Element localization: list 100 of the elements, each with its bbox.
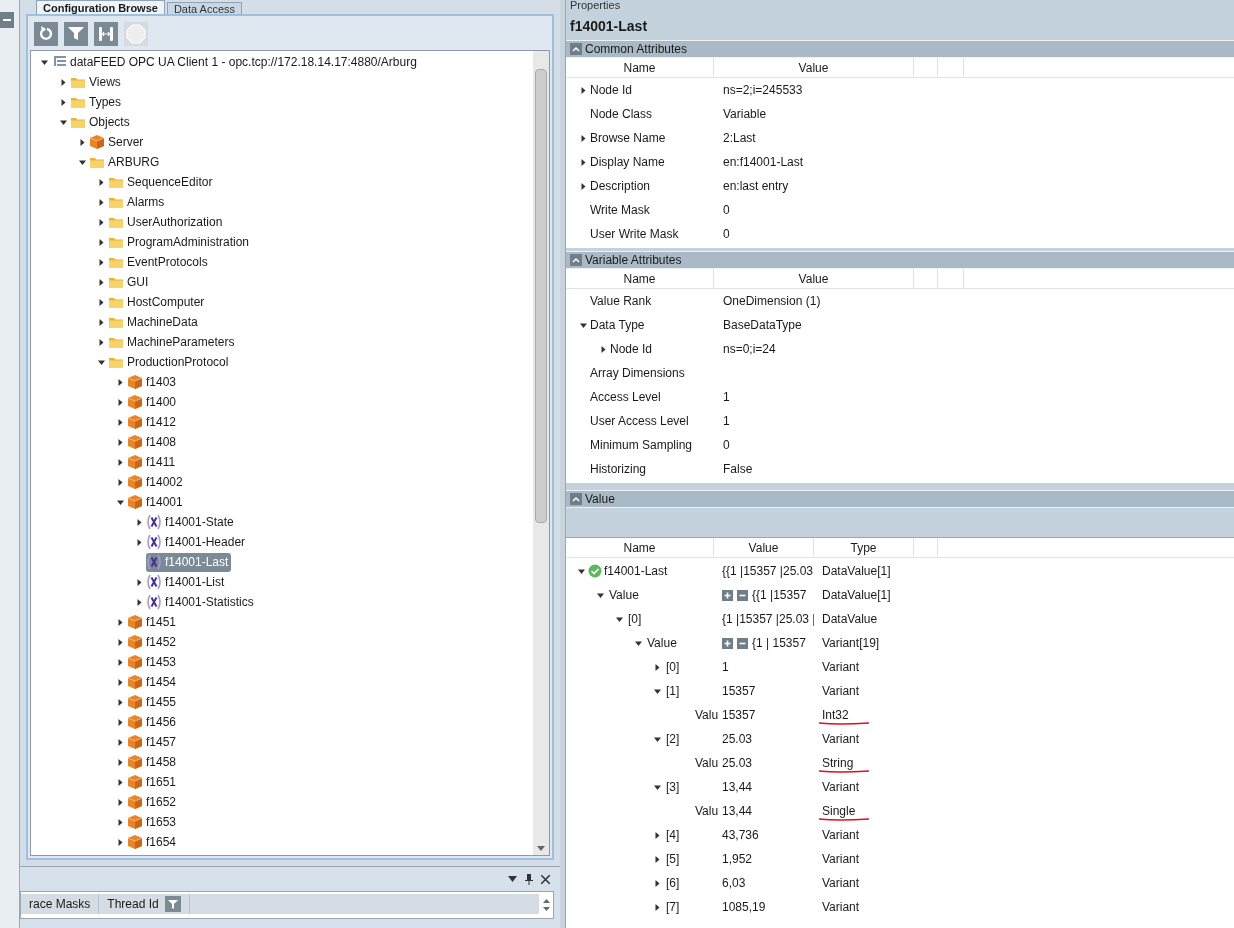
expand-arrow-icon[interactable]: [116, 838, 124, 846]
tree-item[interactable]: f1651: [127, 772, 180, 792]
dropdown-icon[interactable]: [508, 876, 517, 882]
column-header[interactable]: Name: [566, 58, 714, 77]
tree-item[interactable]: f1654: [127, 832, 180, 852]
collapse-icon[interactable]: [570, 493, 582, 505]
expand-arrow-icon[interactable]: [579, 158, 587, 166]
tree-item[interactable]: Types: [70, 92, 124, 112]
expand-arrow-icon[interactable]: [579, 182, 587, 190]
tree-item[interactable]: EventProtocols: [108, 252, 211, 272]
expand-arrow-icon[interactable]: [116, 458, 124, 466]
tree-item[interactable]: f1412: [127, 412, 180, 432]
tree-item[interactable]: SequenceEditor: [108, 172, 216, 192]
expand-arrow-icon[interactable]: [116, 418, 124, 426]
collapse-arrow-icon[interactable]: [653, 687, 661, 695]
expand-arrow-icon[interactable]: [116, 618, 124, 626]
tree-item[interactable]: f1457: [127, 732, 180, 752]
tab[interactable]: Data Access: [166, 2, 243, 14]
column-header[interactable]: Value: [714, 58, 914, 77]
expand-arrow-icon[interactable]: [97, 258, 105, 266]
expand-arrow-icon[interactable]: [116, 478, 124, 486]
expand-arrow-icon[interactable]: [135, 538, 143, 546]
tree-item[interactable]: f1458: [127, 752, 180, 772]
expand-arrow-icon[interactable]: [97, 298, 105, 306]
section-header[interactable]: Value: [566, 490, 1234, 508]
tree-item[interactable]: f14002: [127, 472, 186, 492]
expand-arrow-icon[interactable]: [97, 338, 105, 346]
section-header[interactable]: Variable Attributes: [566, 251, 1234, 269]
minus-icon[interactable]: [737, 589, 748, 601]
expand-arrow-icon[interactable]: [135, 598, 143, 606]
collapse-arrow-icon[interactable]: [40, 58, 48, 66]
expand-arrow-icon[interactable]: [116, 718, 124, 726]
tree-item[interactable]: f1456: [127, 712, 180, 732]
expand-arrow-icon[interactable]: [116, 798, 124, 806]
column-header[interactable]: Value: [714, 538, 814, 557]
expand-arrow-icon[interactable]: [653, 903, 661, 911]
expand-arrow-icon[interactable]: [116, 758, 124, 766]
tree-item[interactable]: ARBURG: [89, 152, 163, 172]
expand-arrow-icon[interactable]: [59, 98, 67, 106]
plus-icon[interactable]: [722, 637, 733, 649]
tree-item[interactable]: Server: [89, 132, 147, 152]
tree-item[interactable]: f14001-Header: [146, 532, 249, 552]
section-header[interactable]: Common Attributes: [566, 40, 1234, 58]
collapse-arrow-icon[interactable]: [579, 321, 587, 329]
collapse-icon[interactable]: [570, 43, 582, 55]
expand-arrow-icon[interactable]: [116, 658, 124, 666]
collapse-arrow-icon[interactable]: [596, 591, 604, 599]
expand-arrow-icon[interactable]: [116, 398, 124, 406]
expand-arrow-icon[interactable]: [59, 78, 67, 86]
tree-item[interactable]: MachineParameters: [108, 332, 238, 352]
expand-arrow-icon[interactable]: [97, 318, 105, 326]
tree-item[interactable]: Objects: [70, 112, 133, 132]
expand-arrow-icon[interactable]: [97, 178, 105, 186]
collapse-arrow-icon[interactable]: [653, 783, 661, 791]
collapse-arrow-icon[interactable]: [78, 158, 86, 166]
column-header[interactable]: Name: [566, 538, 714, 557]
expand-arrow-icon[interactable]: [579, 134, 587, 142]
tree-item[interactable]: ProgramAdministration: [108, 232, 253, 252]
close-icon[interactable]: [541, 874, 550, 884]
expand-arrow-icon[interactable]: [97, 218, 105, 226]
column-header[interactable]: Type: [814, 538, 914, 557]
tree-item[interactable]: f1652: [127, 792, 180, 812]
expand-arrow-icon[interactable]: [97, 198, 105, 206]
tab[interactable]: Configuration Browse: [36, 0, 165, 14]
expand-arrow-icon[interactable]: [116, 738, 124, 746]
tree-item[interactable]: Alarms: [108, 192, 168, 212]
tree-item[interactable]: HostComputer: [108, 292, 208, 312]
collapse-arrow-icon[interactable]: [653, 735, 661, 743]
expand-arrow-icon[interactable]: [653, 831, 661, 839]
tree-item[interactable]: dataFEED OPC UA Client 1 - opc.tcp://172.18.14.17:4880/Arburg: [51, 52, 420, 72]
expand-arrow-icon[interactable]: [116, 438, 124, 446]
tree-item[interactable]: f1451: [127, 612, 180, 632]
tree-item[interactable]: f1454: [127, 672, 180, 692]
tree-item[interactable]: MachineData: [108, 312, 201, 332]
collapse-arrow-icon[interactable]: [59, 118, 67, 126]
expand-arrow-icon[interactable]: [135, 578, 143, 586]
filter-icon[interactable]: [164, 896, 181, 912]
expand-arrow-icon[interactable]: [135, 518, 143, 526]
scrollbar[interactable]: [533, 51, 549, 855]
column-header[interactable]: Name: [566, 269, 714, 288]
tree-item[interactable]: ProductionProtocol: [108, 352, 232, 372]
tree-item[interactable]: f1453: [127, 652, 180, 672]
scroll-up-icon[interactable]: [542, 899, 550, 903]
tree-item[interactable]: f14001-List: [146, 572, 228, 592]
expand-arrow-icon[interactable]: [116, 698, 124, 706]
expand-arrow-icon[interactable]: [97, 278, 105, 286]
expand-arrow-icon[interactable]: [116, 378, 124, 386]
column-header[interactable]: Value: [714, 269, 914, 288]
tree-item[interactable]: Views: [70, 72, 124, 92]
expand-arrow-icon[interactable]: [653, 855, 661, 863]
collapse-arrow-icon[interactable]: [116, 498, 124, 506]
tree-item[interactable]: UserAuthorization: [108, 212, 226, 232]
expand-arrow-icon[interactable]: [579, 86, 587, 94]
collapse-arrow-icon[interactable]: [97, 358, 105, 366]
collapse-icon[interactable]: [570, 254, 582, 266]
expand-arrow-icon[interactable]: [653, 879, 661, 887]
expand-arrow-icon[interactable]: [599, 345, 607, 353]
expand-arrow-icon[interactable]: [116, 678, 124, 686]
expand-arrow-icon[interactable]: [116, 818, 124, 826]
tree-item[interactable]: f14001: [127, 492, 186, 512]
